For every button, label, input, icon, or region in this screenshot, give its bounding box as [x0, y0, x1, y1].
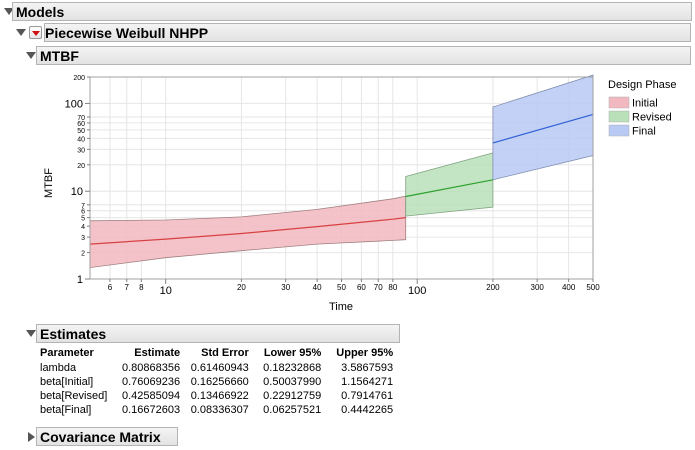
- table-cell: lambda: [40, 362, 77, 374]
- mtbf-disclosure-icon[interactable]: [26, 52, 36, 59]
- y-tick-label: 100: [65, 98, 83, 110]
- column-header: Estimate: [134, 347, 181, 359]
- model-title: Piecewise Weibull NHPP: [45, 25, 209, 41]
- x-tick-label: 500: [586, 283, 600, 292]
- table-row: lambda 0.80868356 0.61460943 0.18232868 …: [37, 361, 396, 375]
- x-tick-label: 60: [357, 283, 366, 292]
- x-tick-label: 6: [108, 283, 113, 292]
- covariance-disclosure-icon[interactable]: [28, 432, 35, 442]
- estimates-disclosure-icon[interactable]: [26, 330, 36, 337]
- x-tick-label: 400: [562, 283, 576, 292]
- y-tick-label: 5: [81, 216, 85, 223]
- x-tick-label: 20: [237, 283, 246, 292]
- models-title: Models: [16, 4, 65, 20]
- table-row: beta[Final] 0.16672603 0.08336307 0.0625…: [37, 403, 396, 417]
- y-tick-label: 20: [77, 163, 85, 170]
- covariance-outline-header[interactable]: Covariance Matrix: [36, 427, 178, 446]
- x-tick-label: 50: [337, 283, 346, 292]
- x-tick-label: 7: [125, 283, 130, 292]
- y-tick-label: 200: [73, 75, 85, 82]
- table-cell: 0.42585094: [122, 390, 181, 402]
- column-header: Upper 95%: [336, 347, 394, 359]
- estimates-title: Estimates: [40, 326, 107, 342]
- y-tick-label: 70: [77, 115, 85, 122]
- table-cell: 0.16256660: [190, 376, 249, 388]
- legend-label-revised: Revised: [632, 112, 672, 124]
- y-tick-label: 3: [81, 235, 85, 242]
- table-cell: 0.08336307: [190, 404, 249, 416]
- estimates-outline-header[interactable]: Estimates: [36, 324, 400, 343]
- column-header: Parameter: [40, 347, 94, 359]
- x-tick-label: 40: [313, 283, 322, 292]
- legend-swatch-initial: [608, 96, 630, 109]
- legend-swatch-final: [608, 124, 630, 137]
- model-disclosure-icon[interactable]: [16, 29, 26, 36]
- table-header-row: Parameter Estimate Std Error Lower 95% U…: [37, 345, 396, 361]
- y-tick-label: 7: [81, 203, 85, 210]
- y-tick-label: 1: [77, 274, 83, 286]
- mtbf-chart: 6 7 8 10 20 30 40 50 60 70 80 100 200 300 400 500123456…: [43, 74, 677, 313]
- table-cell: 0.13466922: [190, 390, 249, 402]
- table-cell: beta[Initial]: [40, 376, 94, 388]
- model-outline-header[interactable]: Piecewise Weibull NHPP: [44, 23, 691, 42]
- x-tick-label: 300: [531, 283, 545, 292]
- table-cell: 0.76069236: [122, 376, 181, 388]
- table-row: beta[Initial] 0.76069236 0.16256660 0.50…: [37, 375, 396, 389]
- y-tick-label: 10: [71, 186, 83, 198]
- table-cell: 0.18232868: [263, 362, 322, 374]
- models-outline-header[interactable]: Models: [12, 2, 692, 21]
- y-tick-label: 50: [77, 128, 85, 135]
- x-tick-label: 30: [281, 283, 290, 292]
- table-cell: 0.16672603: [122, 404, 181, 416]
- x-tick-label: 8: [139, 283, 144, 292]
- covariance-title: Covariance Matrix: [40, 429, 161, 445]
- x-axis-label: Time: [329, 301, 353, 313]
- legend-label-final: Final: [632, 126, 656, 138]
- table-cell: 0.22912759: [263, 390, 322, 402]
- legend: Design Phase Initial Revised Final: [608, 79, 677, 138]
- x-tick-label: 200: [486, 283, 500, 292]
- table-cell: 0.61460943: [190, 362, 249, 374]
- table-cell: beta[Final]: [40, 404, 92, 416]
- table-cell: 3.5867593: [341, 362, 394, 374]
- x-tick-label: 80: [388, 283, 397, 292]
- table-row: beta[Revised] 0.42585094 0.13466922 0.22…: [37, 389, 396, 403]
- table-cell: 0.50037990: [263, 376, 322, 388]
- table-cell: 1.1564271: [341, 376, 394, 388]
- table-cell: 0.7914761: [341, 390, 394, 402]
- table-cell: 0.80868356: [122, 362, 181, 374]
- estimates-table: Parameter Estimate Std Error Lower 95% U…: [37, 345, 396, 417]
- y-tick-label: 4: [81, 224, 85, 231]
- y-tick-label: 30: [77, 147, 85, 154]
- legend-label-initial: Initial: [632, 98, 658, 110]
- column-header: Lower 95%: [263, 347, 322, 359]
- mtbf-outline-header[interactable]: MTBF: [36, 46, 691, 65]
- legend-title: Design Phase: [608, 79, 677, 91]
- mtbf-title: MTBF: [40, 48, 79, 64]
- legend-swatch-revised: [608, 110, 630, 123]
- y-axis-label: MTBF: [43, 168, 55, 198]
- x-tick-label: 70: [374, 283, 383, 292]
- y-tick-label: 40: [77, 136, 85, 143]
- table-cell: 0.06257521: [263, 404, 322, 416]
- table-cell: beta[Revised]: [40, 390, 108, 402]
- table-cell: 0.4442265: [341, 404, 394, 416]
- column-header: Std Error: [201, 347, 249, 359]
- x-tick-label: 100: [408, 285, 426, 297]
- x-tick-label: 10: [160, 285, 172, 297]
- y-tick-label: 2: [81, 251, 85, 258]
- red-triangle-menu-icon[interactable]: [29, 26, 42, 39]
